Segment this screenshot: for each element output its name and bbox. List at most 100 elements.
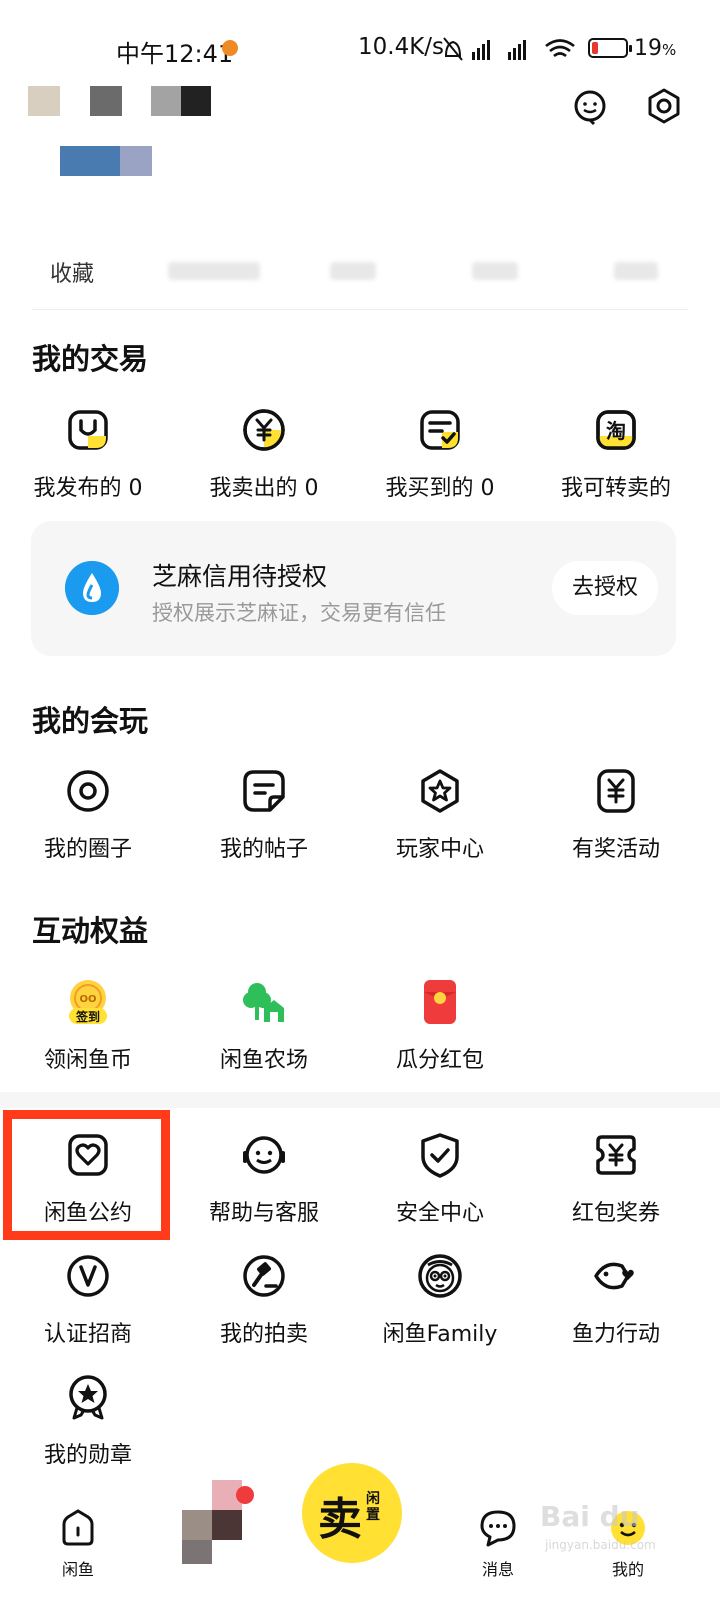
status-bar: 中午12:41 10.4K/s 19%	[0, 0, 720, 100]
sell-button[interactable]: 卖 闲置	[302, 1463, 402, 1563]
nav-item-obscured-4[interactable]	[182, 1540, 212, 1564]
benefit-red-packet[interactable]: 瓜分红包	[352, 978, 528, 1088]
service-medals[interactable]: 我的勋章	[0, 1373, 176, 1483]
network-speed: 10.4K/s	[358, 34, 445, 60]
authorize-button[interactable]: 去授权	[552, 561, 658, 615]
service-vouchers-label: 红包奖券	[571, 1201, 660, 1226]
play-circles-label: 我的圈子	[43, 837, 132, 862]
service-security[interactable]: 安全中心	[352, 1131, 528, 1241]
service-fish-action[interactable]: 鱼力行动	[528, 1252, 704, 1362]
service-medals-label: 我的勋章	[43, 1443, 132, 1468]
customer-service-icon[interactable]	[570, 86, 610, 126]
battery-level	[592, 42, 598, 54]
annotation-highlight-box	[3, 1110, 170, 1240]
signal-icon-1	[472, 40, 490, 60]
yen-ticket-icon	[597, 769, 635, 813]
checkin-badge: 签到	[75, 1010, 100, 1024]
tab-following-obscured[interactable]	[330, 262, 376, 280]
signal-wifi-icons	[443, 37, 575, 61]
sesame-title: 芝麻信用待授权	[152, 562, 328, 591]
play-reward-events-label: 有奖活动	[571, 837, 660, 862]
trade-sold-label: 我卖出的 0	[209, 476, 319, 501]
service-family[interactable]: 闲鱼Family	[352, 1252, 528, 1362]
service-help[interactable]: 帮助与客服	[176, 1131, 352, 1241]
battery-percent: 19%	[634, 36, 677, 61]
notification-dot-icon	[222, 40, 238, 56]
play-posts[interactable]: 我的帖子	[176, 767, 352, 877]
home-icon	[62, 1509, 94, 1546]
nav-item-obscured-3[interactable]	[212, 1510, 242, 1540]
battery-icon	[588, 38, 632, 58]
auction-hammer-icon	[243, 1255, 285, 1297]
yen-coin-icon	[243, 409, 285, 451]
tab-posts-obscured[interactable]	[614, 262, 658, 280]
sesame-credit-card[interactable]: 芝麻信用待授权 授权展示芝麻证，交易更有信任 去授权	[31, 521, 676, 656]
play-circles[interactable]: 我的圈子	[0, 767, 176, 877]
publish-icon	[68, 410, 108, 450]
name-obscured-3	[181, 86, 211, 116]
nav-messages-label: 消息	[481, 1560, 514, 1579]
service-auction-label: 我的拍卖	[219, 1322, 308, 1347]
sesame-subtitle: 授权展示芝麻证，交易更有信任	[152, 601, 446, 625]
bought-icon	[420, 410, 460, 450]
name-obscured-1	[90, 86, 122, 116]
play-player-center-label: 玩家中心	[395, 837, 484, 862]
watermark: Bai du	[540, 1500, 640, 1533]
benefit-farm[interactable]: 闲鱼农场	[176, 978, 352, 1088]
divider	[32, 309, 688, 310]
star-badge-icon	[421, 769, 459, 813]
taobao-icon: 淘	[596, 410, 636, 450]
status-time: 中午12:41	[116, 40, 234, 68]
mute-bell-icon	[443, 37, 463, 61]
watermark-url: jingyan.baidu.com	[545, 1538, 656, 1552]
service-auction[interactable]: 我的拍卖	[176, 1252, 352, 1362]
sesame-logo-icon	[65, 561, 119, 615]
settings-icon[interactable]	[644, 86, 684, 126]
trade-published-label: 我发布的 0	[33, 476, 143, 501]
tab-fans-obscured[interactable]	[472, 262, 518, 280]
post-icon	[243, 770, 285, 812]
shield-check-icon	[421, 1133, 459, 1178]
nav-home-label: 闲鱼	[61, 1560, 94, 1579]
service-merchant[interactable]: 认证招商	[0, 1252, 176, 1362]
service-security-label: 安全中心	[395, 1201, 484, 1226]
nav-messages[interactable]: 消息	[448, 1490, 548, 1580]
nav-item-obscured-1[interactable]	[182, 1510, 212, 1540]
family-icon	[418, 1254, 462, 1298]
voucher-icon	[596, 1135, 636, 1175]
tab-favorites[interactable]: 收藏	[50, 256, 94, 288]
wifi-icon	[545, 39, 575, 58]
farm-icon	[243, 983, 284, 1022]
trade-resellable-label: 我可转卖的	[560, 476, 671, 501]
medal-icon	[69, 1375, 107, 1420]
play-player-center[interactable]: 玩家中心	[352, 767, 528, 877]
tab-history-obscured[interactable]	[168, 262, 260, 280]
fish-heart-icon	[594, 1262, 634, 1290]
benefit-coins-label: 领闲鱼币	[43, 1048, 132, 1073]
benefit-coins[interactable]: OO 签到 领闲鱼币	[0, 978, 176, 1088]
sell-button-side: 闲置	[366, 1491, 380, 1523]
svg-text:淘: 淘	[606, 419, 626, 443]
trade-sold[interactable]: 我卖出的 0	[176, 406, 352, 516]
nav-profile-label: 我的	[611, 1560, 644, 1579]
signal-icon-2	[508, 40, 526, 60]
name-obscured-2	[151, 86, 181, 116]
play-reward-events[interactable]: 有奖活动	[528, 767, 704, 877]
service-fish-action-label: 鱼力行动	[571, 1322, 660, 1347]
section-separator	[0, 1092, 720, 1108]
service-vouchers[interactable]: 红包奖券	[528, 1131, 704, 1241]
trade-bought[interactable]: 我买到的 0	[352, 406, 528, 516]
service-merchant-label: 认证招商	[43, 1322, 132, 1347]
trade-published[interactable]: 我发布的 0	[0, 406, 176, 516]
section-title-benefits: 互动权益	[32, 914, 149, 948]
level-obscured-1	[60, 146, 120, 176]
section-title-trading: 我的交易	[32, 342, 149, 376]
level-obscured-2	[120, 146, 152, 176]
nav-item-badge	[236, 1486, 254, 1504]
nav-home[interactable]: 闲鱼	[28, 1490, 128, 1580]
section-title-play: 我的会玩	[32, 704, 149, 738]
avatar-obscured[interactable]	[28, 86, 60, 116]
verified-v-icon	[67, 1255, 109, 1297]
trade-resellable[interactable]: 淘 我可转卖的	[528, 406, 704, 516]
profile-tabs: 收藏	[0, 252, 720, 292]
